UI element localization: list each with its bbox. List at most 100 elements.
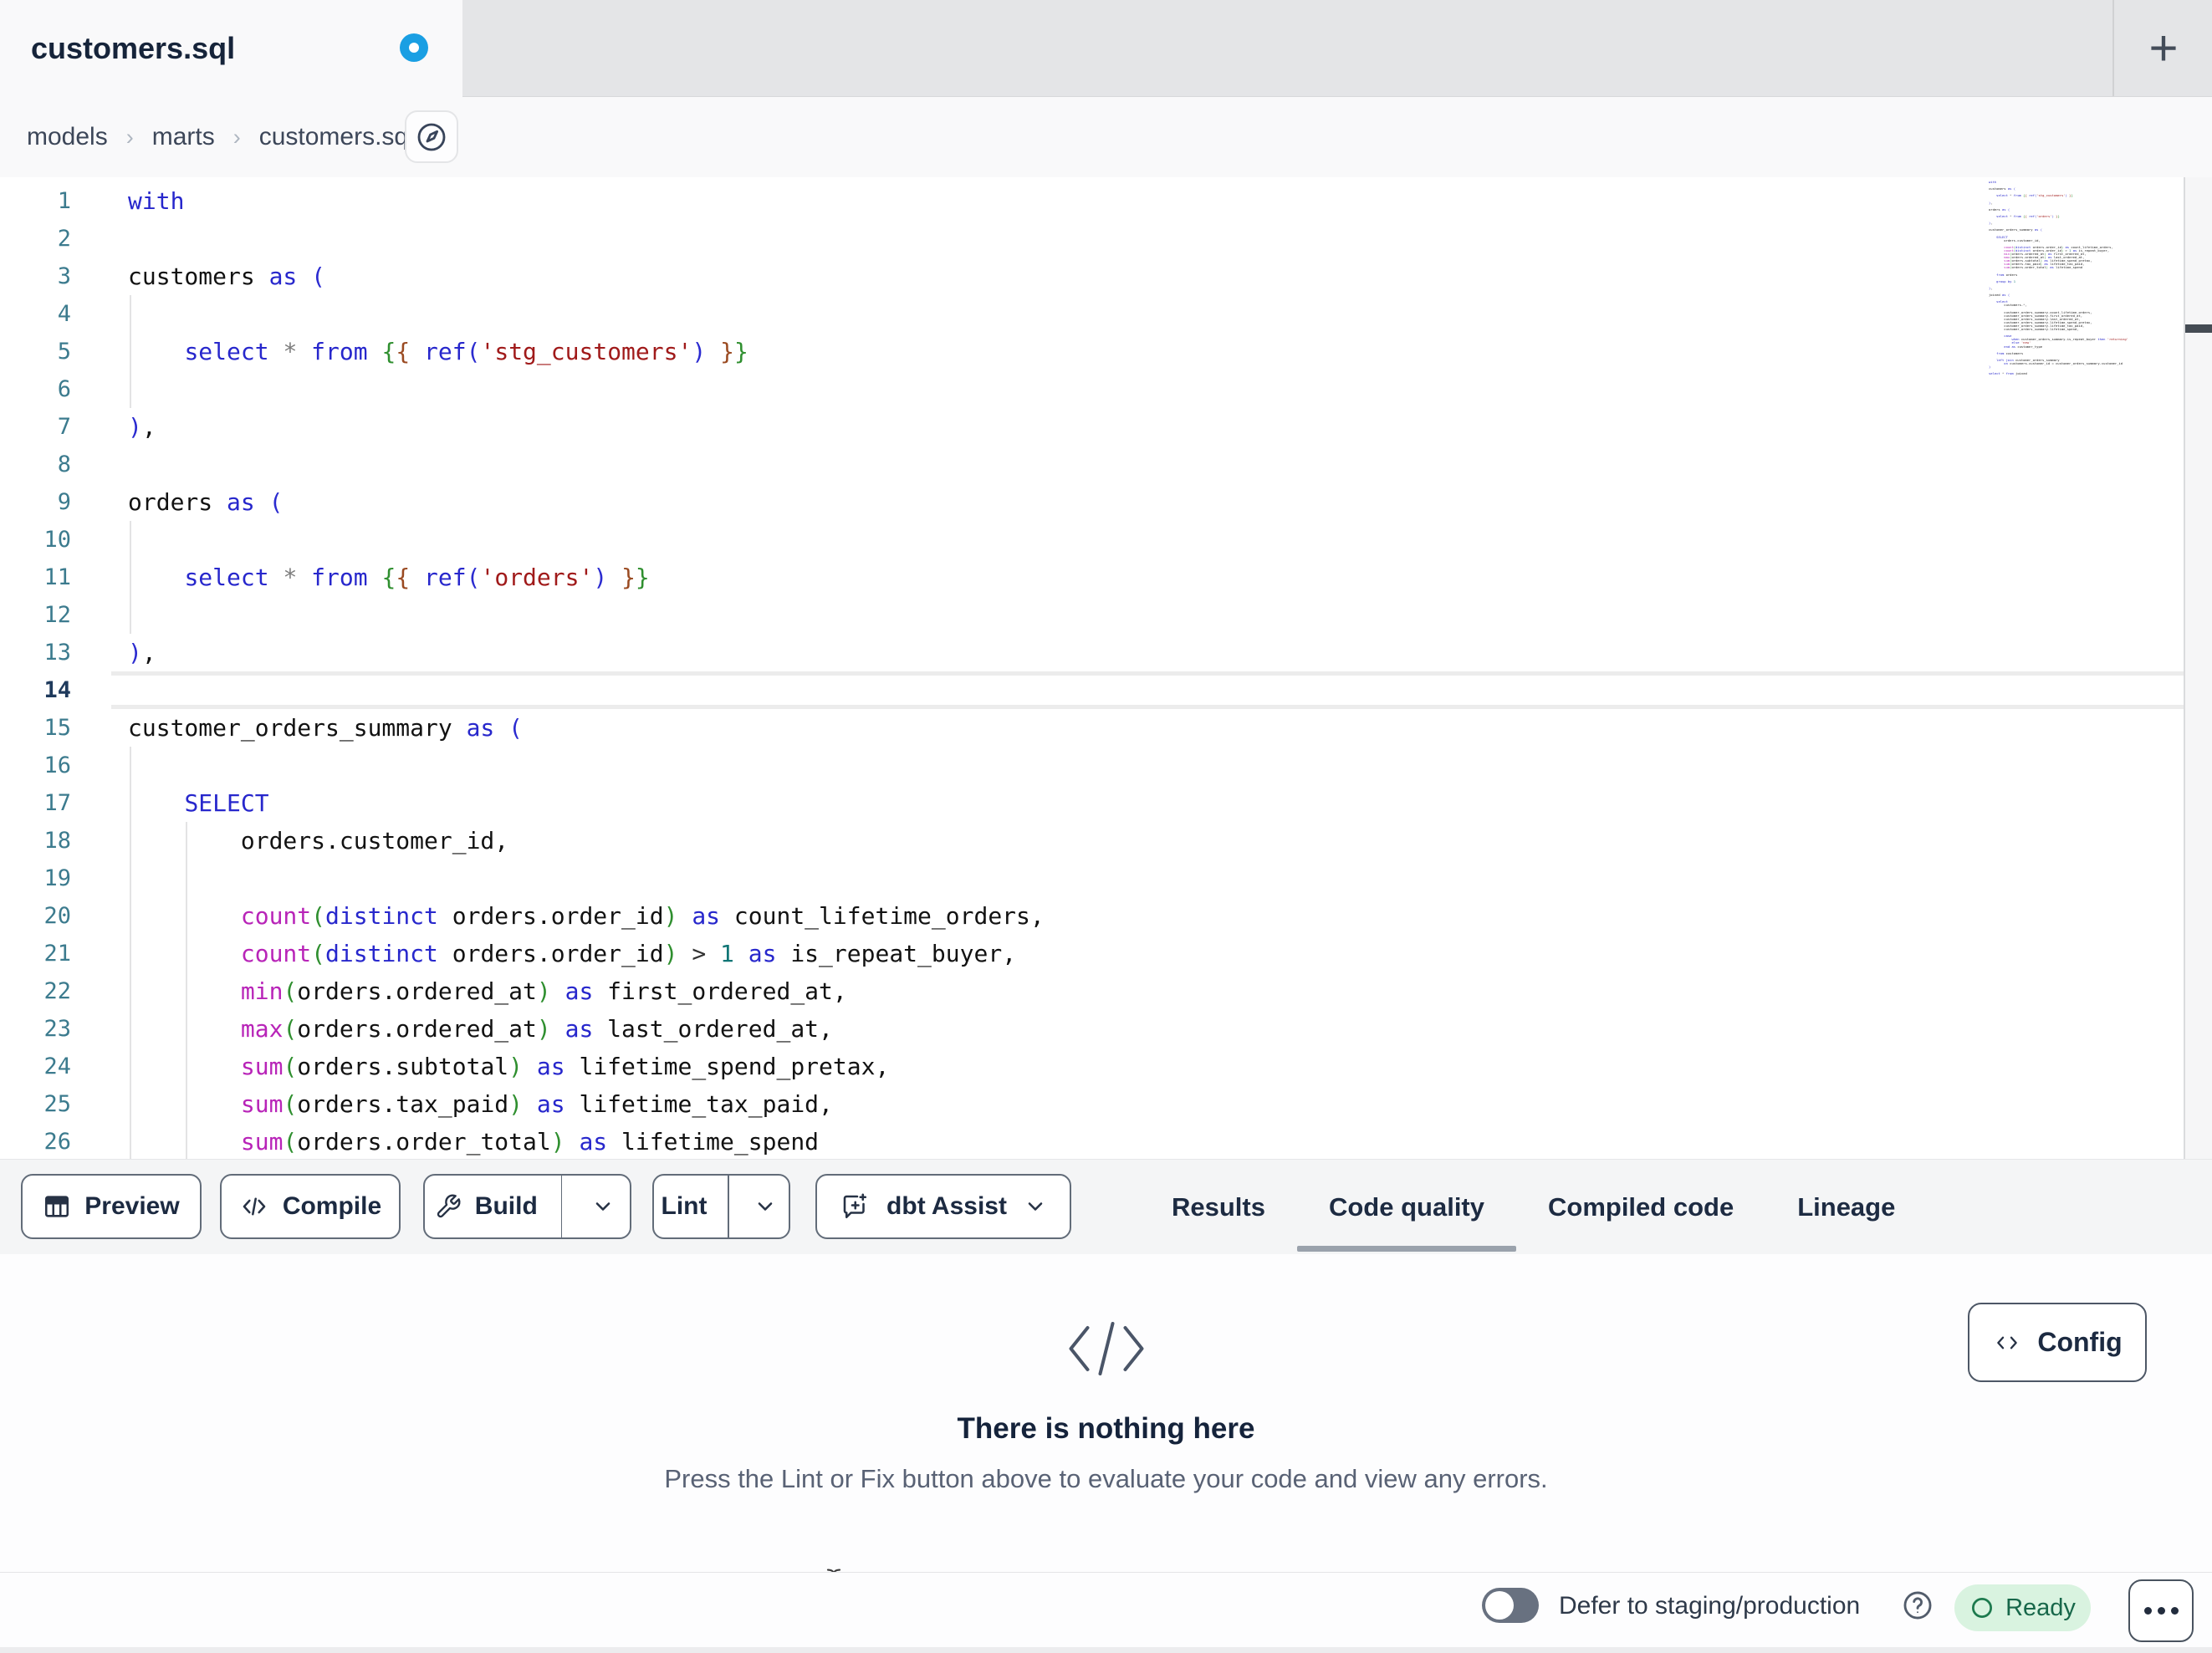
line-number: 16 <box>43 753 71 778</box>
line-number: 8 <box>57 452 71 477</box>
lint-button-label: Lint <box>661 1192 708 1220</box>
code-line: select * from joined <box>1989 371 2027 376</box>
line-number: 21 <box>43 941 71 967</box>
lint-button-group: Lint <box>652 1174 790 1239</box>
chat-sparkle-icon <box>840 1191 870 1222</box>
line-number-gutter: 1 2 3 4 5 6 7 8 9 10 11 12 13 14 15 16 17 18 19 20 21 22 23 24 2… <box>0 182 84 1159</box>
tab-lineage[interactable]: Lineage <box>1765 1160 1927 1254</box>
line-number: 23 <box>43 1016 71 1042</box>
line-number: 2 <box>57 226 71 252</box>
breadcrumb: models › marts › customers.sql <box>27 97 414 177</box>
lint-dropdown-button[interactable] <box>743 1176 789 1237</box>
line-number: 24 <box>43 1054 71 1079</box>
code-line: sum(orders.tax_paid) as lifetime_tax_pai… <box>240 1090 833 1118</box>
build-button-group: Build <box>423 1174 631 1239</box>
line-number: 10 <box>43 527 71 553</box>
scrollbar-thumb[interactable] <box>2185 324 2212 333</box>
ellipsis-icon <box>2143 1607 2152 1615</box>
tab-code-quality[interactable]: Code quality <box>1296 1160 1517 1254</box>
code-line: sum(orders.order_total) as lifetime_spen… <box>240 1128 820 1156</box>
toggle-knob <box>1485 1591 1514 1620</box>
code-line: ), <box>128 639 156 666</box>
action-toolbar: Preview Compile Build Lint dbt Assist Re… <box>0 1159 2212 1254</box>
result-tabs: Results Code quality Compiled code Linea… <box>1140 1160 1927 1254</box>
code-line: with <box>128 187 185 215</box>
code-line: SELECT <box>184 789 269 817</box>
empty-state-title: There is nothing here <box>957 1412 1255 1445</box>
lint-button[interactable]: Lint <box>654 1176 714 1237</box>
line-number: 5 <box>57 339 71 365</box>
breadcrumb-item-models[interactable]: models <box>27 123 108 151</box>
preview-button[interactable]: Preview <box>21 1174 202 1239</box>
breadcrumb-item-file[interactable]: customers.sql <box>259 123 414 151</box>
new-tab-button[interactable]: + <box>2124 0 2203 96</box>
code-line: count(distinct orders.order_id) as count… <box>240 902 1045 930</box>
code-icon <box>1992 1330 2022 1355</box>
code-line: customers as ( <box>128 263 326 290</box>
dbt-assist-button[interactable]: dbt Assist <box>815 1174 1071 1239</box>
line-number: 7 <box>57 414 71 440</box>
build-button-label: Build <box>474 1192 538 1220</box>
line-number: 9 <box>57 489 71 515</box>
build-dropdown-button[interactable] <box>575 1176 630 1237</box>
lineage-navigator-button[interactable] <box>405 110 458 163</box>
line-number: 4 <box>57 301 71 327</box>
ready-circle-icon <box>1969 1595 1995 1620</box>
empty-state-subtitle: Press the Lint or Fix button above to ev… <box>664 1464 1548 1493</box>
code-quality-panel: There is nothing here Press the Lint or … <box>0 1254 2212 1572</box>
wrench-icon <box>435 1193 462 1220</box>
chevron-down-icon <box>591 1195 615 1218</box>
code-line: orders.customer_id, <box>128 827 509 855</box>
tab-compiled-code[interactable]: Compiled code <box>1516 1160 1765 1254</box>
code-line: select * from {{ ref('stg_customers') }} <box>184 338 748 365</box>
table-icon <box>43 1192 71 1221</box>
status-bar: Defer to staging/production Ready <box>0 1572 2212 1653</box>
config-button-label: Config <box>2037 1327 2123 1357</box>
code-line: customer_orders_summary as ( <box>128 714 524 742</box>
breadcrumb-separator-icon: › <box>232 124 241 150</box>
ellipsis-icon <box>2170 1607 2179 1615</box>
help-icon[interactable] <box>1902 1589 1934 1621</box>
build-button[interactable]: Build <box>425 1176 548 1237</box>
code-line: count(distinct orders.order_id) > 1 as i… <box>240 940 1017 967</box>
status-badge-label: Ready <box>2005 1594 2076 1621</box>
compass-icon <box>415 120 448 154</box>
line-number: 22 <box>43 978 71 1004</box>
tab-results[interactable]: Results <box>1140 1160 1297 1254</box>
line-number: 19 <box>43 865 71 891</box>
defer-toggle[interactable] <box>1482 1588 1539 1623</box>
code-line: ), <box>128 413 156 441</box>
line-number: 20 <box>43 903 71 929</box>
breadcrumb-bar: models › marts › customers.sql Save <box>0 97 2212 266</box>
tab-bar: customers.sql + <box>0 0 2212 97</box>
unsaved-changes-dot-icon <box>400 33 428 62</box>
code-content[interactable]: with customers as ( select * from {{ ref(… <box>128 182 1045 1159</box>
editor-scrollbar[interactable] <box>2184 177 2212 1159</box>
line-number: 3 <box>57 263 71 289</box>
tab-customers-sql[interactable]: customers.sql <box>0 0 462 97</box>
line-number: 13 <box>43 640 71 666</box>
empty-state: There is nothing here Press the Lint or … <box>0 1254 2212 1494</box>
preview-button-label: Preview <box>84 1192 180 1220</box>
code-editor[interactable]: 1 2 3 4 5 6 7 8 9 10 11 12 13 14 15 16 17 18 19 20 21 22 23 24 2… <box>0 177 2184 1159</box>
more-options-button[interactable] <box>2128 1579 2194 1642</box>
config-button[interactable]: Config <box>1968 1303 2147 1382</box>
compile-button[interactable]: Compile <box>220 1174 401 1239</box>
dbt-assist-button-label: dbt Assist <box>886 1192 1007 1220</box>
line-number: 18 <box>43 828 71 854</box>
line-number: 25 <box>43 1091 71 1117</box>
line-number: 6 <box>57 376 71 402</box>
code-icon <box>1060 1314 1152 1383</box>
minimap[interactable]: with customers as ( select * from {{ ref(… <box>1989 180 2164 376</box>
status-badge: Ready <box>1954 1584 2091 1631</box>
code-line: min(orders.ordered_at) as first_ordered_… <box>240 977 847 1005</box>
breadcrumb-item-marts[interactable]: marts <box>152 123 215 151</box>
button-divider <box>560 1176 563 1237</box>
